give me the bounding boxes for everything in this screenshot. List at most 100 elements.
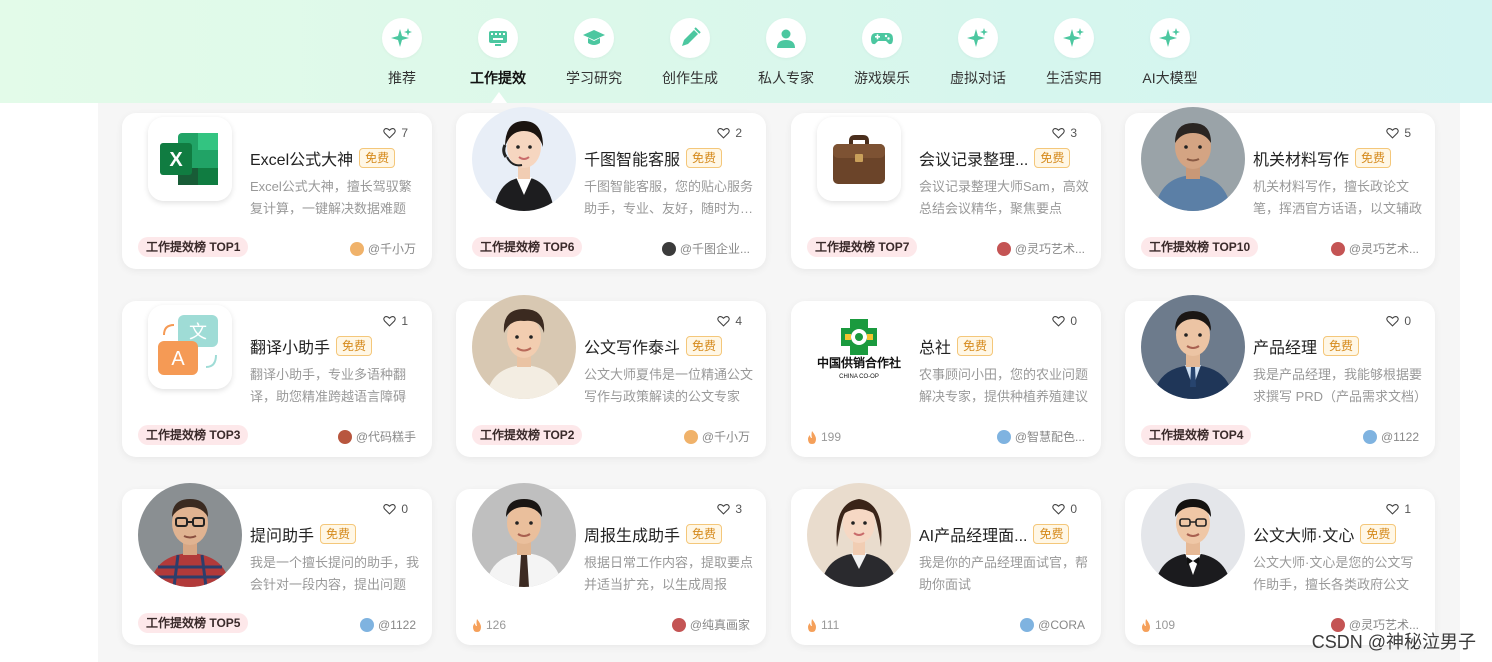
like-count-value: 3 — [1070, 126, 1077, 140]
like-count-value: 0 — [1070, 502, 1077, 516]
author[interactable]: @纯真画家 — [671, 617, 750, 633]
author[interactable]: @1122 — [360, 617, 416, 633]
flame-icon — [808, 618, 816, 632]
like-count[interactable]: 5 — [1386, 126, 1411, 140]
like-count[interactable]: 3 — [1052, 126, 1077, 140]
briefcase-icon — [817, 117, 901, 201]
author-name: @千小万 — [701, 430, 750, 444]
agent-description: 翻译小助手，专业多语种翻译，助您精准跨越语言障碍 — [250, 367, 407, 404]
author[interactable]: @1122 — [1363, 429, 1419, 445]
author-name: @千小万 — [367, 242, 416, 256]
sparkle-icon — [382, 18, 422, 58]
like-count[interactable]: 0 — [1386, 314, 1411, 328]
author[interactable]: @CORA — [1020, 617, 1085, 633]
agent-title: 总社 — [919, 340, 952, 357]
author[interactable]: @千小万 — [349, 241, 416, 257]
tab-games[interactable]: 游戏娱乐 — [834, 18, 930, 88]
like-count[interactable]: 3 — [717, 502, 742, 516]
tab-study-research[interactable]: 学习研究 — [546, 18, 642, 88]
like-count[interactable]: 2 — [717, 126, 742, 140]
heart-icon — [1052, 504, 1066, 515]
like-count[interactable]: 7 — [383, 126, 408, 140]
usage-count-value: 126 — [486, 618, 507, 632]
tab-work-efficiency[interactable]: 工作提效 — [450, 18, 546, 88]
free-badge: 免费 — [1034, 148, 1071, 168]
svg-text:CHINA CO-OP: CHINA CO-OP — [839, 374, 879, 380]
agent-card[interactable]: 0 产品经理 免费 我是产品经理，我能够根据要求撰写 PRD（产品需求文档） 工… — [1125, 295, 1435, 457]
tab-label: 工作提效 — [470, 70, 526, 86]
like-count-value: 3 — [735, 502, 742, 516]
author-name: @代码糕手 — [355, 430, 416, 444]
author-avatar — [349, 242, 364, 256]
author-avatar — [360, 618, 374, 632]
agent-card[interactable]: 0 AI产品经理面... 免费 我是你的产品经理面试官，帮助你面试 111 @C… — [791, 483, 1101, 645]
tab-life-utility[interactable]: 生活实用 — [1026, 18, 1122, 88]
like-count[interactable]: 1 — [1386, 502, 1411, 516]
author-avatar — [683, 430, 698, 444]
author[interactable]: @智慧配色... — [996, 429, 1085, 445]
agent-card[interactable]: 1 公文大师·文心 免费 公文大师·文心是您的公文写作助手，擅长各类政府公文 1… — [1125, 483, 1435, 645]
agent-card[interactable]: 0 提问助手 免费 我是一个擅长提问的助手，我会针对一段内容，提出问题 工作提效… — [122, 483, 432, 645]
agent-title: 公文大师·文心 — [1253, 528, 1355, 545]
like-count[interactable]: 0 — [1052, 314, 1077, 328]
rank-tag[interactable]: 工作提效榜 TOP7 — [807, 237, 918, 257]
agent-title: 产品经理 — [1253, 340, 1318, 357]
excel-logo: X — [148, 117, 232, 201]
like-count-value: 0 — [1070, 314, 1077, 328]
like-count-value: 0 — [1404, 314, 1411, 328]
tab-private-expert[interactable]: 私人专家 — [738, 18, 834, 88]
author[interactable]: @灵巧艺术... — [1330, 241, 1419, 257]
pen-icon — [670, 18, 710, 58]
watermark: CSDN @神秘泣男子 — [1311, 632, 1476, 652]
like-count[interactable]: 0 — [1052, 502, 1077, 516]
like-count-value: 1 — [1404, 502, 1411, 516]
author[interactable]: @千图企业... — [661, 241, 750, 257]
rank-tag[interactable]: 工作提效榜 TOP6 — [472, 237, 583, 257]
rank-tag[interactable]: 工作提效榜 TOP2 — [472, 425, 583, 445]
sparkle-icon — [1150, 18, 1190, 58]
graduation-cap-icon — [574, 18, 614, 58]
category-nav: 推荐 工作提效 学习研究 创作生成 私人专家 游戏娱乐 虚拟对话 生活实用 AI… — [0, 0, 1492, 103]
woman-photo — [807, 483, 911, 587]
free-badge: 免费 — [686, 336, 723, 356]
usage-count: 109 — [1141, 617, 1175, 633]
usage-count-value: 109 — [1155, 618, 1176, 632]
sparkle-icon — [1054, 18, 1094, 58]
tab-label: 创作生成 — [662, 70, 718, 86]
flame-icon — [1142, 618, 1150, 632]
author[interactable]: @千小万 — [683, 429, 750, 445]
agent-card[interactable]: 3 会议记录整理... 免费 会议记录整理大师Sam，高效总结会议精华，聚焦要点… — [791, 113, 1101, 269]
agent-card[interactable]: 2 千图智能客服 免费 千图智能客服，您的贴心服务助手，专业、友好，随时为您解答… — [456, 107, 766, 269]
agent-card[interactable]: 中国供销合作社 CHINA CO-OP 0 总社 免费 农事顾问小田，您的农业问… — [791, 301, 1101, 457]
tab-recommend[interactable]: 推荐 — [354, 18, 450, 88]
agent-title: 翻译小助手 — [250, 340, 331, 357]
like-count-value: 0 — [401, 502, 408, 516]
author-avatar — [996, 242, 1011, 256]
agent-card[interactable]: 5 机关材料写作 免费 机关材料写作，擅长政论文笔，挥洒官方话语，以文辅政 工作… — [1125, 107, 1435, 269]
like-count[interactable]: 0 — [383, 502, 408, 516]
agent-title: Excel公式大神 — [250, 152, 354, 169]
tab-creation[interactable]: 创作生成 — [642, 18, 738, 88]
tab-label: AI大模型 — [1142, 70, 1198, 86]
author-name: @1122 — [378, 618, 416, 632]
agent-card[interactable]: X 7 Excel公式大神 免费 Excel公式大神，擅长驾驭繁复计算，一键解决… — [122, 113, 432, 269]
usage-count-value: 199 — [821, 430, 842, 444]
like-count[interactable]: 4 — [717, 314, 742, 328]
rank-tag[interactable]: 工作提效榜 TOP1 — [138, 237, 249, 257]
agent-card[interactable]: 3 周报生成助手 免费 根据日常工作内容，提取要点并适当扩充，以生成周报 126… — [456, 483, 766, 645]
tab-virtual-chat[interactable]: 虚拟对话 — [930, 18, 1026, 88]
rank-tag[interactable]: 工作提效榜 TOP3 — [138, 425, 249, 445]
rank-tag[interactable]: 工作提效榜 TOP4 — [1141, 425, 1252, 445]
author[interactable]: @灵巧艺术... — [996, 241, 1085, 257]
agent-card[interactable]: 4 公文写作泰斗 免费 公文大师夏伟是一位精通公文写作与政策解读的公文专家 工作… — [456, 295, 766, 457]
author-avatar — [661, 242, 676, 256]
rank-tag[interactable]: 工作提效榜 TOP10 — [1141, 237, 1259, 257]
like-count[interactable]: 1 — [383, 314, 408, 328]
agent-card[interactable]: 文 A 1 翻译小助手 免费 翻译小助手，专业多语种翻译，助您精准跨越语言障碍 … — [122, 301, 432, 457]
tab-label: 推荐 — [388, 70, 416, 86]
svg-text:X: X — [169, 149, 183, 171]
tab-ai-models[interactable]: AI大模型 — [1122, 18, 1218, 88]
person-icon — [766, 18, 806, 58]
rank-tag[interactable]: 工作提效榜 TOP5 — [138, 613, 249, 633]
author[interactable]: @代码糕手 — [337, 429, 416, 445]
